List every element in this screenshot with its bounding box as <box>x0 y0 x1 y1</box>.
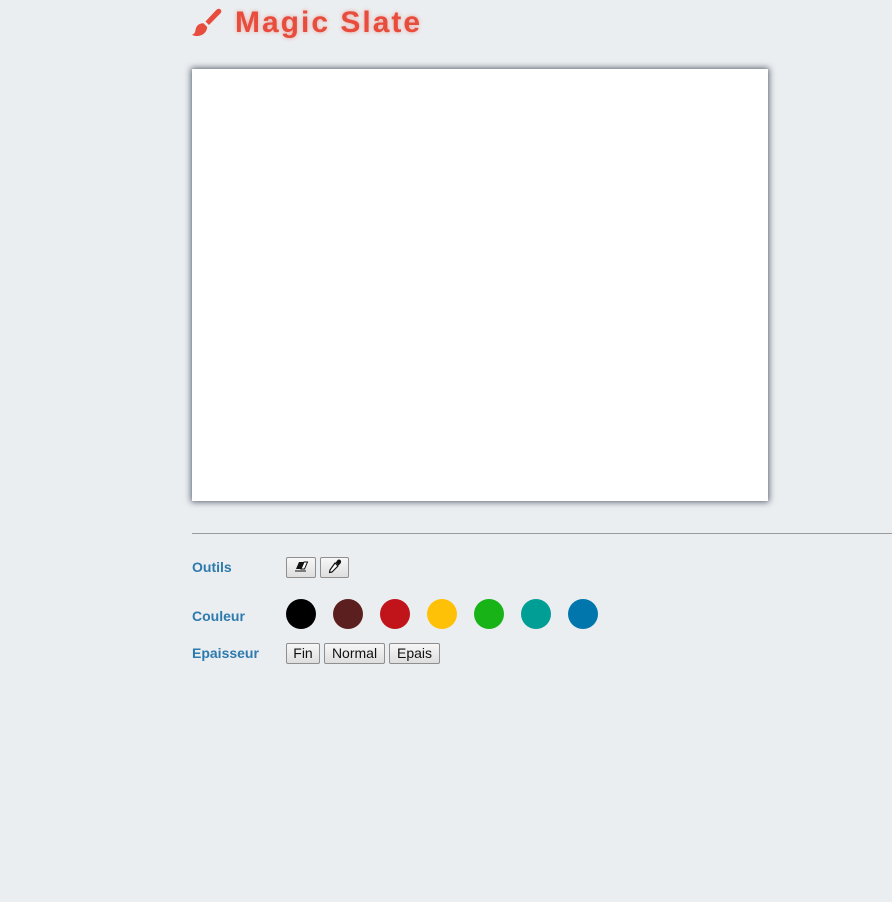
thickness-thick-button[interactable]: Epais <box>389 643 440 664</box>
header: Magic Slate <box>191 4 422 42</box>
page: Magic Slate Outils Couleur Epaisseur Fin… <box>0 0 892 902</box>
eyedropper-icon <box>328 559 342 577</box>
paintbrush-icon <box>191 7 223 39</box>
eyedropper-button[interactable] <box>320 557 349 578</box>
color-label: Couleur <box>192 608 245 624</box>
color-swatch-dark-red[interactable] <box>333 599 363 629</box>
tools-label: Outils <box>192 559 232 575</box>
color-swatch-blue[interactable] <box>568 599 598 629</box>
drawing-canvas[interactable] <box>192 69 768 501</box>
thickness-fine-button[interactable]: Fin <box>286 643 320 664</box>
color-swatch-red[interactable] <box>380 599 410 629</box>
color-swatch-teal[interactable] <box>521 599 551 629</box>
thickness-normal-button[interactable]: Normal <box>324 643 385 664</box>
color-swatch-green[interactable] <box>474 599 504 629</box>
color-swatch-black[interactable] <box>286 599 316 629</box>
divider <box>192 533 892 534</box>
eraser-icon <box>293 559 309 576</box>
app-title: Magic Slate <box>235 6 423 39</box>
eraser-button[interactable] <box>286 557 316 578</box>
color-swatch-yellow[interactable] <box>427 599 457 629</box>
thickness-label: Epaisseur <box>192 645 259 661</box>
